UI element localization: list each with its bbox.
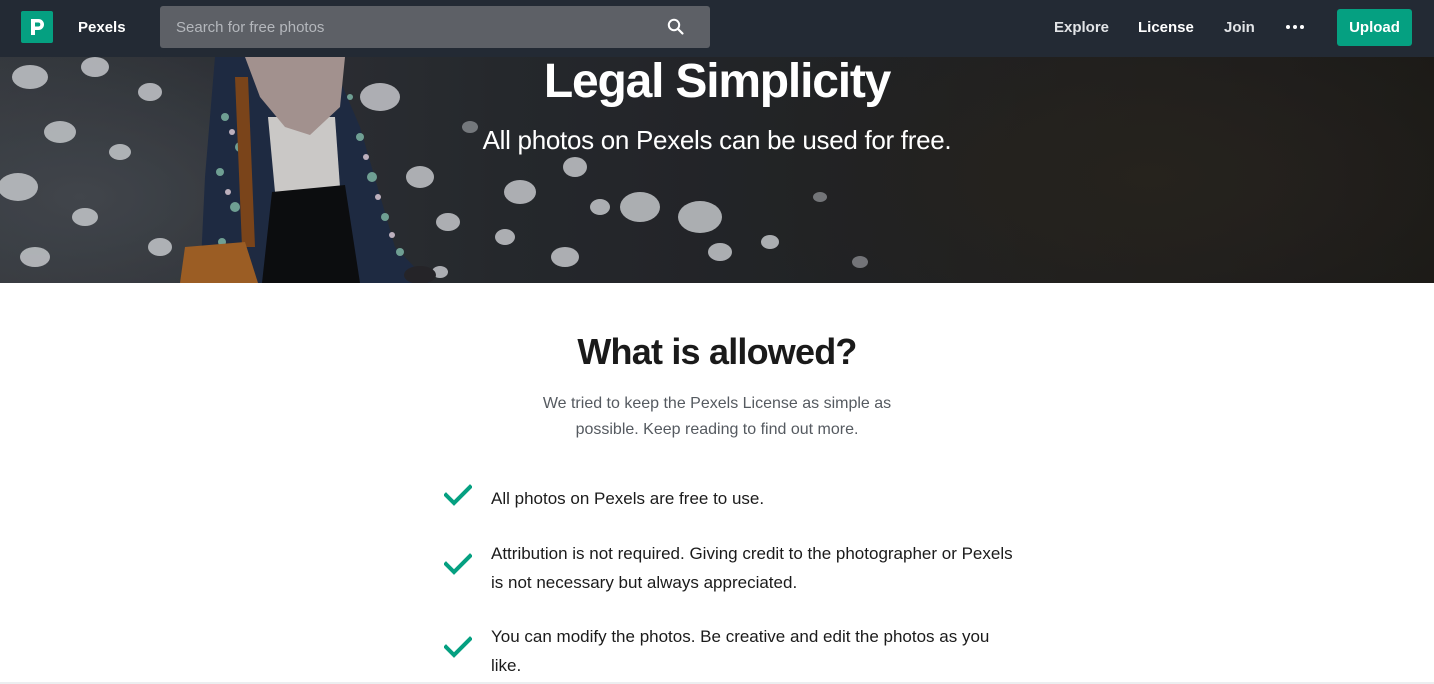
allowed-item-text: You can modify the photos. Be creative a… [491, 627, 990, 675]
upload-button[interactable]: Upload [1337, 9, 1412, 46]
nav-join[interactable]: Join [1224, 18, 1255, 38]
search-icon[interactable] [664, 15, 688, 39]
nav-explore[interactable]: Explore [1054, 18, 1109, 38]
search-bar [160, 6, 710, 48]
allowed-section-title: What is allowed? [577, 331, 857, 372]
search-input[interactable] [160, 6, 660, 48]
hero-banner: Legal Simplicity All photos on Pexels ca… [0, 57, 1434, 283]
check-icon [443, 484, 473, 506]
allowed-section-intro: We tried to keep the Pexels License as s… [542, 395, 892, 438]
allowed-item-text: All photos on Pexels are free to use. [491, 489, 765, 508]
top-navbar: Pexels Explore License Join Upload [0, 0, 1434, 57]
brand-name[interactable]: Pexels [78, 18, 126, 38]
check-icon [443, 553, 473, 575]
allowed-item-text: Attribution is not required. Giving cred… [491, 544, 1013, 592]
hero-subtitle: All photos on Pexels can be used for fre… [482, 125, 952, 155]
pexels-logo-icon[interactable] [21, 11, 53, 43]
hero-title: Legal Simplicity [543, 57, 891, 108]
nav-license[interactable]: License [1138, 18, 1194, 38]
more-dots-icon[interactable] [1282, 17, 1308, 37]
check-icon [443, 636, 473, 658]
